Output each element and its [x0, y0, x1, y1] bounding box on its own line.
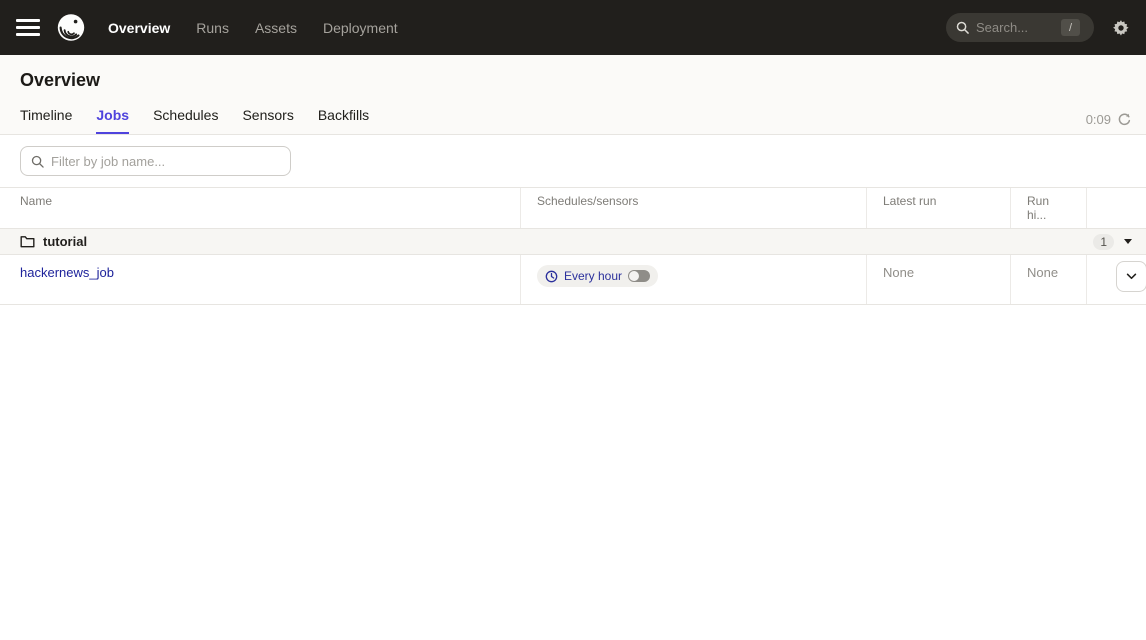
nav-links: Overview Runs Assets Deployment	[108, 20, 398, 36]
nav-item-assets[interactable]: Assets	[255, 20, 297, 36]
tab-sensors[interactable]: Sensors	[242, 107, 293, 134]
search-input[interactable]	[976, 20, 1054, 35]
tab-timeline[interactable]: Timeline	[20, 107, 72, 134]
schedule-label: Every hour	[564, 269, 622, 283]
job-row-hackernews: hackernews_job Every hour None None	[0, 255, 1146, 305]
refresh-icon[interactable]	[1117, 112, 1132, 127]
group-count-badge: 1	[1093, 234, 1114, 250]
group-collapse-caret-icon[interactable]	[1124, 239, 1132, 244]
job-filter[interactable]	[20, 146, 291, 176]
tab-schedules[interactable]: Schedules	[153, 107, 218, 134]
col-header-name: Name	[0, 188, 520, 228]
table-header-row: Name Schedules/sensors Latest run Run hi…	[0, 188, 1146, 229]
dagster-logo-icon[interactable]	[56, 13, 86, 43]
filter-row	[0, 135, 1146, 176]
job-actions-menu-button[interactable]	[1116, 261, 1146, 292]
schedule-chip[interactable]: Every hour	[537, 265, 658, 287]
col-header-actions	[1086, 188, 1146, 228]
filter-search-icon	[31, 155, 44, 168]
refresh-countdown: 0:09	[1086, 112, 1111, 127]
col-header-run-history: Run hi...	[1010, 188, 1086, 228]
job-filter-input[interactable]	[51, 154, 271, 169]
refresh-area: 0:09	[1086, 112, 1132, 127]
run-history-value: None	[1027, 265, 1058, 280]
nav-item-runs[interactable]: Runs	[196, 20, 229, 36]
folder-icon	[20, 235, 35, 248]
hamburger-menu-icon[interactable]	[16, 19, 40, 36]
slash-shortcut-key: /	[1061, 19, 1080, 36]
col-header-schedules: Schedules/sensors	[520, 188, 866, 228]
nav-item-deployment[interactable]: Deployment	[323, 20, 398, 36]
page-title: Overview	[0, 55, 1146, 107]
empty-content-area	[0, 305, 1146, 640]
jobs-table: Name Schedules/sensors Latest run Run hi…	[0, 187, 1146, 305]
tab-jobs[interactable]: Jobs	[96, 107, 129, 134]
page-header: Overview Timeline Jobs Schedules Sensors…	[0, 55, 1146, 135]
clock-icon	[545, 270, 558, 283]
global-search[interactable]: /	[946, 13, 1094, 42]
overview-tabs: Timeline Jobs Schedules Sensors Backfill…	[0, 107, 1146, 134]
gear-icon[interactable]	[1112, 19, 1130, 37]
job-link-hackernews[interactable]: hackernews_job	[20, 265, 114, 280]
chevron-down-icon	[1126, 273, 1137, 280]
search-icon	[956, 21, 969, 34]
tab-backfills[interactable]: Backfills	[318, 107, 369, 134]
group-name: tutorial	[43, 234, 87, 249]
job-group-row-tutorial[interactable]: tutorial 1	[0, 229, 1146, 255]
top-nav: Overview Runs Assets Deployment /	[0, 0, 1146, 55]
col-header-latest-run: Latest run	[866, 188, 1010, 228]
nav-item-overview[interactable]: Overview	[108, 20, 170, 36]
schedule-toggle[interactable]	[628, 270, 650, 282]
latest-run-value: None	[883, 265, 914, 280]
